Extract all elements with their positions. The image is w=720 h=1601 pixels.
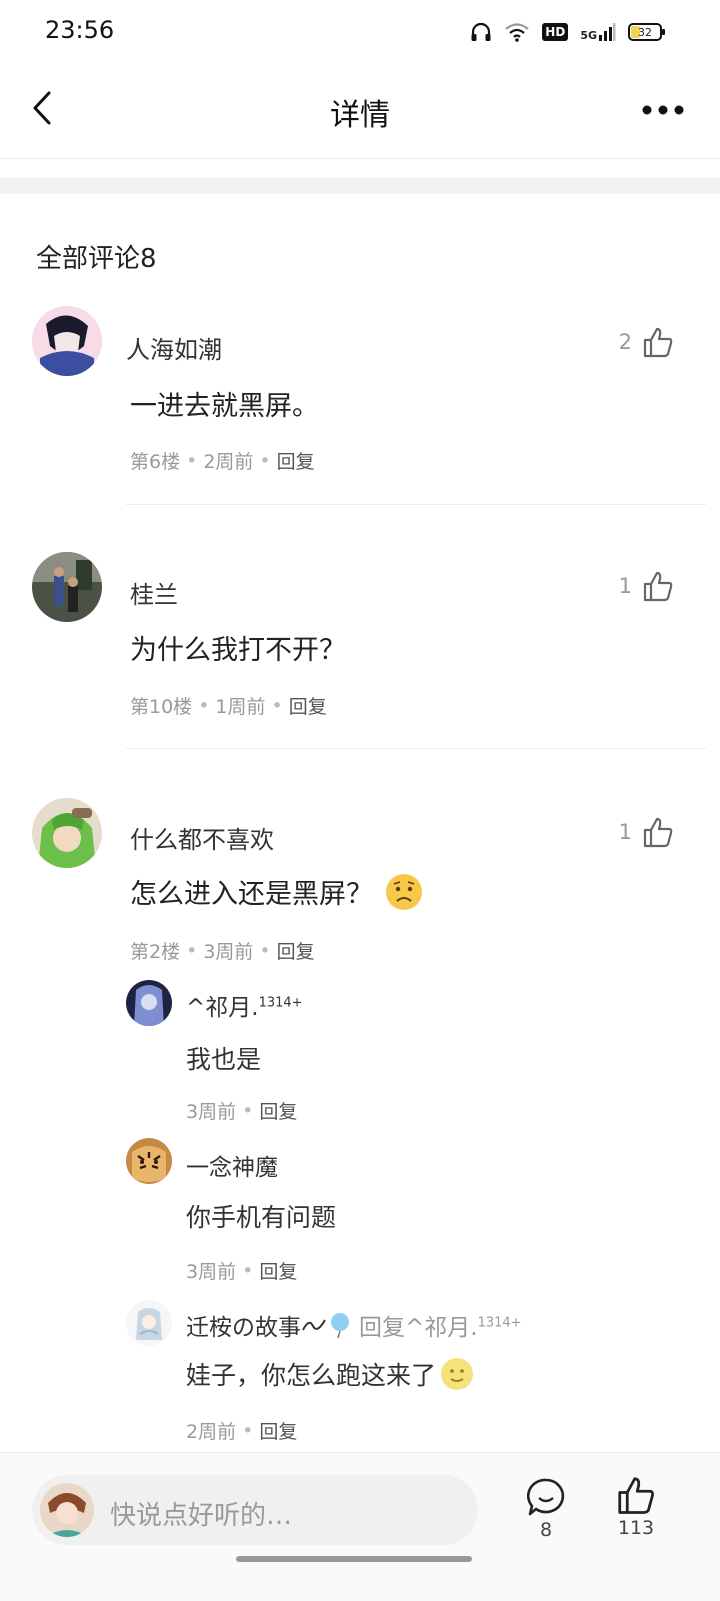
wifi-icon xyxy=(505,23,529,42)
section-divider xyxy=(0,178,720,194)
comment-bubble-icon xyxy=(527,1478,565,1516)
avatar[interactable] xyxy=(32,552,102,622)
comment-author[interactable]: 什么都不喜欢 xyxy=(130,820,274,855)
like-count: 1 xyxy=(618,574,632,598)
moon-face-emoji xyxy=(441,1358,474,1390)
bottom-bar: 快说点好听的… 8 113 xyxy=(0,1452,720,1601)
reply-button[interactable]: 回复 xyxy=(259,1097,297,1124)
avatar[interactable] xyxy=(126,1138,172,1184)
home-indicator[interactable] xyxy=(236,1556,472,1562)
comment-time: 2周前 xyxy=(203,451,254,473)
like-count: 113 xyxy=(617,1517,655,1539)
thumbs-up-icon xyxy=(643,817,673,848)
like-button[interactable]: 113 xyxy=(616,1475,656,1539)
reply-meta: 2周前 • 回复 xyxy=(186,1417,297,1444)
status-bar: 23:56 HD 5G 32 xyxy=(0,0,720,62)
divider xyxy=(126,504,706,505)
reply-meta: 3周前 • 回复 xyxy=(186,1097,297,1124)
signal-icon xyxy=(599,23,616,41)
reply-to-label: 回复^祁月.1314+ xyxy=(359,1315,522,1341)
avatar[interactable] xyxy=(32,798,102,868)
comment-meta: 第2楼 • 3周前 • 回复 xyxy=(130,937,315,964)
reply-button[interactable]: 回复 xyxy=(277,937,315,964)
reply-button[interactable]: 回复 xyxy=(277,447,315,474)
reply-content: 娃子，你怎么跑这来了 xyxy=(186,1356,474,1392)
comment-meta: 第6楼 • 2周前 • 回复 xyxy=(130,447,315,474)
hd-badge: HD xyxy=(542,23,569,41)
comment-time: 3周前 xyxy=(203,941,254,963)
reply-button[interactable]: 回复 xyxy=(259,1417,297,1444)
status-icons: HD 5G 32 xyxy=(470,20,665,44)
comment-count: 8 xyxy=(539,1519,553,1541)
like-count: 1 xyxy=(618,820,632,844)
headphones-icon xyxy=(471,22,491,41)
thumbs-up-icon xyxy=(618,1477,654,1514)
comment-button[interactable]: 8 xyxy=(526,1477,566,1541)
comments-header: 全部评论8 xyxy=(36,244,157,274)
page-title: 详情 xyxy=(330,98,390,133)
like-button[interactable]: 1 xyxy=(619,570,674,602)
avatar[interactable] xyxy=(32,306,102,376)
worried-face-emoji xyxy=(386,873,422,910)
comment-author[interactable]: 桂兰 xyxy=(130,575,178,610)
avatar[interactable] xyxy=(126,980,172,1026)
comment-content: 为什么我打不开？ xyxy=(130,635,346,666)
like-button[interactable]: 1 xyxy=(619,816,674,848)
input-placeholder: 快说点好听的… xyxy=(110,1501,293,1531)
reply-meta: 3周前 • 回复 xyxy=(186,1257,297,1284)
comment-meta: 第10楼 • 1周前 • 回复 xyxy=(130,692,327,719)
reply-author[interactable]: ^祁月.1314+ xyxy=(186,988,303,1022)
avatar[interactable] xyxy=(126,1300,172,1346)
reply-author[interactable]: 迁桉の故事 回复^祁月.1314+ xyxy=(186,1308,522,1342)
comment-content: 怎么进入还是黑屏？ xyxy=(130,872,423,911)
thumbs-up-icon xyxy=(643,571,673,602)
reply-button[interactable]: 回复 xyxy=(289,692,327,719)
battery-indicator: 32 xyxy=(628,23,665,41)
reply-time: 2周前 xyxy=(186,1421,237,1443)
status-time: 23:56 xyxy=(45,16,115,44)
reply-author[interactable]: 一念神魔 xyxy=(186,1148,278,1182)
comment-time: 1周前 xyxy=(215,696,266,718)
reply-time: 3周前 xyxy=(186,1101,237,1123)
avatar xyxy=(40,1483,94,1537)
comment-floor: 第6楼 xyxy=(130,451,181,473)
nav-bar: 详情 xyxy=(0,62,720,159)
comment-floor: 第10楼 xyxy=(130,696,193,718)
divider xyxy=(126,748,706,749)
like-button[interactable]: 2 xyxy=(619,326,674,358)
comment-author[interactable]: 人海如潮 xyxy=(126,330,222,365)
sparkle-icon xyxy=(302,1319,326,1331)
more-dots-icon xyxy=(642,105,684,115)
balloon-icon xyxy=(331,1313,349,1339)
comment-input[interactable]: 快说点好听的… xyxy=(32,1475,478,1545)
network-label: 5G xyxy=(580,23,616,41)
comment-content: 一进去就黑屏。 xyxy=(130,391,319,422)
reply-button[interactable]: 回复 xyxy=(259,1257,297,1284)
thumbs-up-icon xyxy=(643,327,673,358)
reply-content: 你手机有问题 xyxy=(186,1203,337,1232)
like-count: 2 xyxy=(618,330,632,354)
comment-floor: 第2楼 xyxy=(130,941,181,963)
reply-time: 3周前 xyxy=(186,1261,237,1283)
more-button[interactable] xyxy=(638,92,688,128)
reply-content: 我也是 xyxy=(186,1045,262,1074)
